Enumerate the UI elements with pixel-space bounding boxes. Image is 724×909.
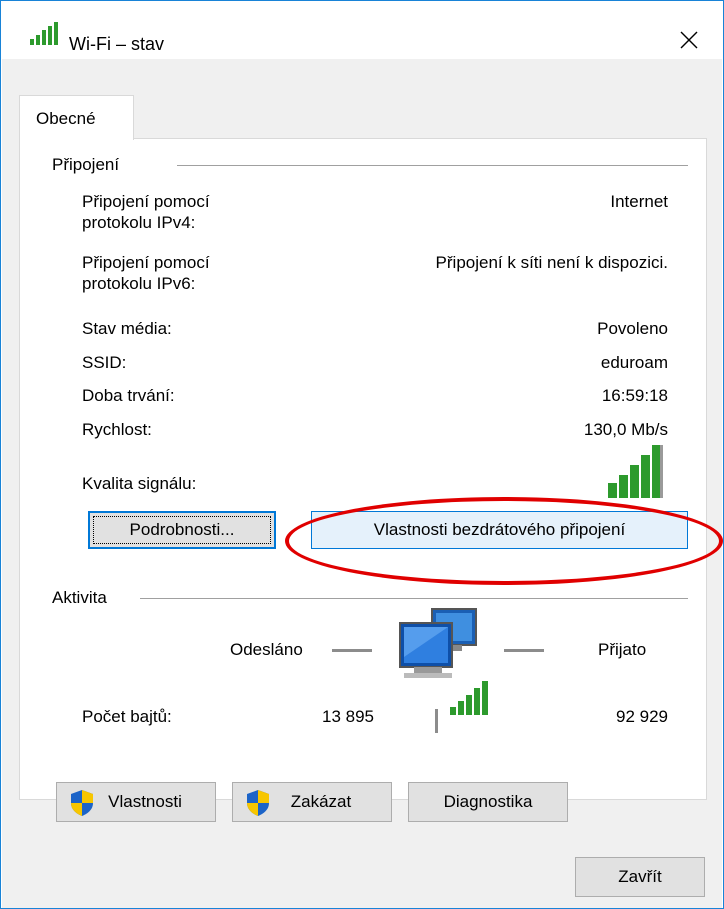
connection-group-line [177,165,688,166]
tab-general-label: Obecné [36,109,96,128]
bytes-divider [435,709,438,733]
ipv6-value: Připojení k síti není k dispozici. [435,253,668,272]
disable-button[interactable]: Zakázat [232,782,392,822]
connection-group-label: Připojení [52,155,120,175]
bytes-sent-value: 13 895 [322,707,374,726]
ipv4-value: Internet [610,192,668,211]
activity-group-line [140,598,688,599]
wireless-properties-button[interactable]: Vlastnosti bezdrátového připojení [311,511,688,549]
dialog-client-area: Obecné Připojení Připojení pomocí protok… [2,59,722,908]
details-button[interactable]: Podrobnosti... [88,511,276,549]
received-label: Přijato [598,640,647,659]
ssid-value: eduroam [600,353,668,372]
speed-label: Rychlost: [82,420,152,439]
properties-button[interactable]: Vlastnosti [56,782,216,822]
network-computers-icon [399,608,488,715]
duration-value: 16:59:18 [601,386,668,405]
bytes-label: Počet bajtů: [82,707,172,726]
close-icon [680,31,698,49]
activity-group-label: Aktivita [52,588,107,608]
sent-connector-line [332,649,372,652]
media-state-label: Stav média: [82,319,172,338]
signal-quality-label: Kvalita signálu: [82,474,197,493]
signal-strength-icon [608,445,663,498]
tab-panel-general: Připojení Připojení pomocí protokolu IPv… [19,138,707,822]
media-state-value: Povoleno [597,319,668,338]
window-title: Wi-Fi – stav [69,34,165,54]
ssid-label: SSID: [82,353,127,372]
title-bar: Wi-Fi – stav [1,1,723,59]
wifi-status-dialog: Wi-Fi – stav Obecné Připojení Připojení … [0,0,724,909]
wifi-signal-icon [30,22,58,45]
ipv4-label: Připojení pomocí protokolu IPv4: [82,192,210,232]
tab-general[interactable]: Obecné [19,95,134,140]
duration-label: Doba trvání: [82,386,175,405]
bytes-received-value: 92 929 [616,707,668,726]
sent-label: Odesláno [230,640,303,659]
diagnose-button[interactable]: Diagnostika [408,782,568,822]
close-button[interactable]: Zavřít [575,857,705,897]
speed-value: 130,0 Mb/s [583,420,668,439]
ipv6-label: Připojení pomocí protokolu IPv6: [82,253,210,293]
close-window-button[interactable] [663,17,723,59]
